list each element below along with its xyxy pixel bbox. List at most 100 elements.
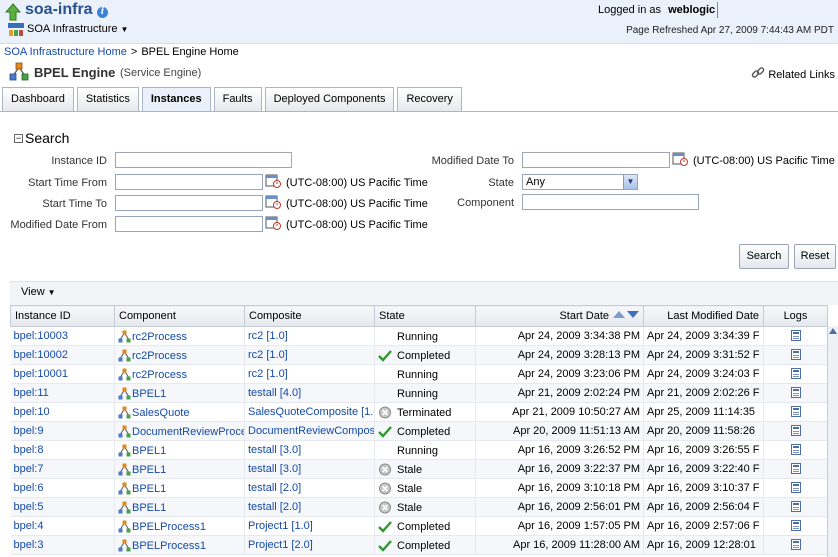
calendar-icon[interactable] [265, 173, 281, 188]
column-header-composite[interactable]: Composite [244, 305, 375, 327]
scroll-up-icon[interactable] [829, 328, 837, 334]
log-document-icon[interactable] [790, 482, 801, 493]
component-link[interactable]: BPEL1 [132, 502, 166, 514]
log-document-icon[interactable] [790, 520, 801, 531]
composite-link[interactable]: rc2 [1.0] [248, 368, 288, 380]
composite-link[interactable]: Project1 [1.0] [248, 520, 313, 532]
composite-link[interactable]: SalesQuoteComposite [1.0 [248, 406, 374, 418]
tab-recovery[interactable]: Recovery [397, 87, 462, 111]
column-header-component[interactable]: Component [114, 305, 245, 327]
bpel-component-icon [118, 463, 131, 475]
breadcrumb-soa-home[interactable]: SOA Infrastructure Home [4, 46, 127, 58]
instance-id-link[interactable]: bpel:11 [14, 387, 49, 399]
instance-id-link[interactable]: bpel:7 [14, 463, 44, 475]
component-link[interactable]: rc2Process [132, 369, 187, 381]
column-header-state[interactable]: State [374, 305, 476, 327]
component-link[interactable]: BPEL1 [132, 388, 166, 400]
tab-deployed-components[interactable]: Deployed Components [264, 87, 395, 111]
component-link[interactable]: BPELProcess1 [132, 540, 206, 552]
component-cell: SalesQuote [114, 402, 245, 422]
instance-id-link[interactable]: bpel:10001 [14, 368, 68, 380]
log-document-icon[interactable] [790, 349, 801, 360]
composite-link[interactable]: testall [2.0] [248, 482, 301, 494]
bpel-component-icon [118, 520, 131, 532]
state-cell: Stale [374, 459, 476, 479]
collapse-icon[interactable]: − [14, 134, 23, 143]
state-spacer [378, 444, 392, 457]
component-link[interactable]: DocumentReviewProces [132, 426, 244, 438]
component-link[interactable]: BPEL1 [132, 445, 166, 457]
table-row: bpel:7 BPEL1 testall [3.0] Stale Apr 16, 200… [10, 459, 828, 479]
column-header-instance-id[interactable]: Instance ID [10, 305, 115, 327]
component-link[interactable]: rc2Process [132, 331, 187, 343]
instance-id-link[interactable]: bpel:9 [14, 425, 44, 437]
column-header-last-modified-date[interactable]: Last Modified Date [643, 305, 764, 327]
search-button[interactable]: Search [739, 244, 789, 269]
up-arrow-icon[interactable] [5, 3, 21, 21]
composite-link[interactable]: rc2 [1.0] [248, 349, 288, 361]
log-document-icon[interactable] [790, 330, 801, 341]
tab-dashboard[interactable]: Dashboard [2, 87, 74, 111]
calendar-icon[interactable] [265, 215, 281, 230]
instance-id-link[interactable]: bpel:6 [14, 482, 44, 494]
view-menu[interactable]: View ▼ [21, 286, 56, 298]
component-link[interactable]: BPELProcess1 [132, 521, 206, 533]
soa-infrastructure-menu[interactable]: SOA Infrastructure ▼ [27, 23, 128, 35]
last-modified-cell: Apr 24, 2009 3:31:52 F [643, 345, 764, 365]
component-link[interactable]: SalesQuote [132, 407, 189, 419]
column-header-start-date[interactable]: Start Date [475, 305, 644, 327]
log-document-icon[interactable] [790, 463, 801, 474]
search-section-header[interactable]: − Search [14, 130, 69, 146]
sort-descending-icon[interactable] [627, 311, 639, 318]
instance-id-link[interactable]: bpel:3 [14, 539, 44, 551]
instance-id-link[interactable]: bpel:10 [14, 406, 50, 418]
composite-link[interactable]: rc2 [1.0] [248, 330, 288, 342]
start-time-to-field[interactable] [115, 195, 263, 211]
log-document-icon[interactable] [790, 425, 801, 436]
component-link[interactable]: BPEL1 [132, 483, 166, 495]
instance-id-link[interactable]: bpel:10002 [14, 349, 68, 361]
tab-instances[interactable]: Instances [141, 87, 211, 112]
search-panel: − Search Instance ID Start Time From (UTC… [0, 112, 838, 278]
info-icon[interactable]: i [97, 7, 108, 18]
component-link[interactable]: rc2Process [132, 350, 187, 362]
table-row: bpel:11 BPEL1 testall [4.0] Running Apr 21, … [10, 383, 828, 403]
state-select[interactable]: Any ▼ [522, 174, 638, 190]
log-document-icon[interactable] [790, 406, 801, 417]
tab-faults[interactable]: Faults [213, 87, 262, 111]
log-document-icon[interactable] [790, 501, 801, 512]
modified-date-to-field[interactable] [522, 152, 670, 168]
log-document-icon[interactable] [790, 539, 801, 550]
last-modified-cell: Apr 16, 2009 3:22:40 F [643, 459, 764, 479]
instance-id-link[interactable]: bpel:8 [14, 444, 44, 456]
instance-id-link[interactable]: bpel:5 [14, 501, 44, 513]
table-row: bpel:10003 rc2Process rc2 [1.0] Running Apr … [10, 326, 828, 346]
start-time-from-field[interactable] [115, 174, 263, 190]
component-field[interactable] [522, 194, 699, 210]
reset-button[interactable]: Reset [794, 244, 836, 269]
composite-link[interactable]: testall [3.0] [248, 444, 301, 456]
tab-statistics[interactable]: Statistics [76, 87, 139, 111]
calendar-icon[interactable] [265, 194, 281, 209]
component-link[interactable]: BPEL1 [132, 464, 166, 476]
start-date-cell: Apr 24, 2009 3:28:13 PM [475, 345, 644, 365]
table-vertical-scrollbar[interactable] [827, 326, 838, 557]
composite-link[interactable]: testall [2.0] [248, 501, 301, 513]
composite-link[interactable]: DocumentReviewComposi [248, 425, 374, 437]
modified-date-from-field[interactable] [115, 216, 263, 232]
column-header-logs[interactable]: Logs [763, 305, 828, 327]
log-document-icon[interactable] [790, 368, 801, 379]
instance-id-link[interactable]: bpel:10003 [14, 330, 68, 342]
terminated-circle-icon [379, 406, 391, 418]
log-document-icon[interactable] [790, 387, 801, 398]
log-document-icon[interactable] [790, 444, 801, 455]
composite-link[interactable]: Project1 [2.0] [248, 539, 313, 551]
sort-ascending-icon[interactable] [613, 311, 625, 318]
composite-link[interactable]: testall [3.0] [248, 463, 301, 475]
instance-id-field[interactable] [115, 152, 292, 168]
instance-id-link[interactable]: bpel:4 [14, 520, 44, 532]
composite-link[interactable]: testall [4.0] [248, 387, 301, 399]
breadcrumb: SOA Infrastructure Home > BPEL Engine Home [4, 46, 239, 58]
calendar-icon[interactable] [672, 151, 688, 166]
related-links[interactable]: Related Links [751, 66, 835, 81]
